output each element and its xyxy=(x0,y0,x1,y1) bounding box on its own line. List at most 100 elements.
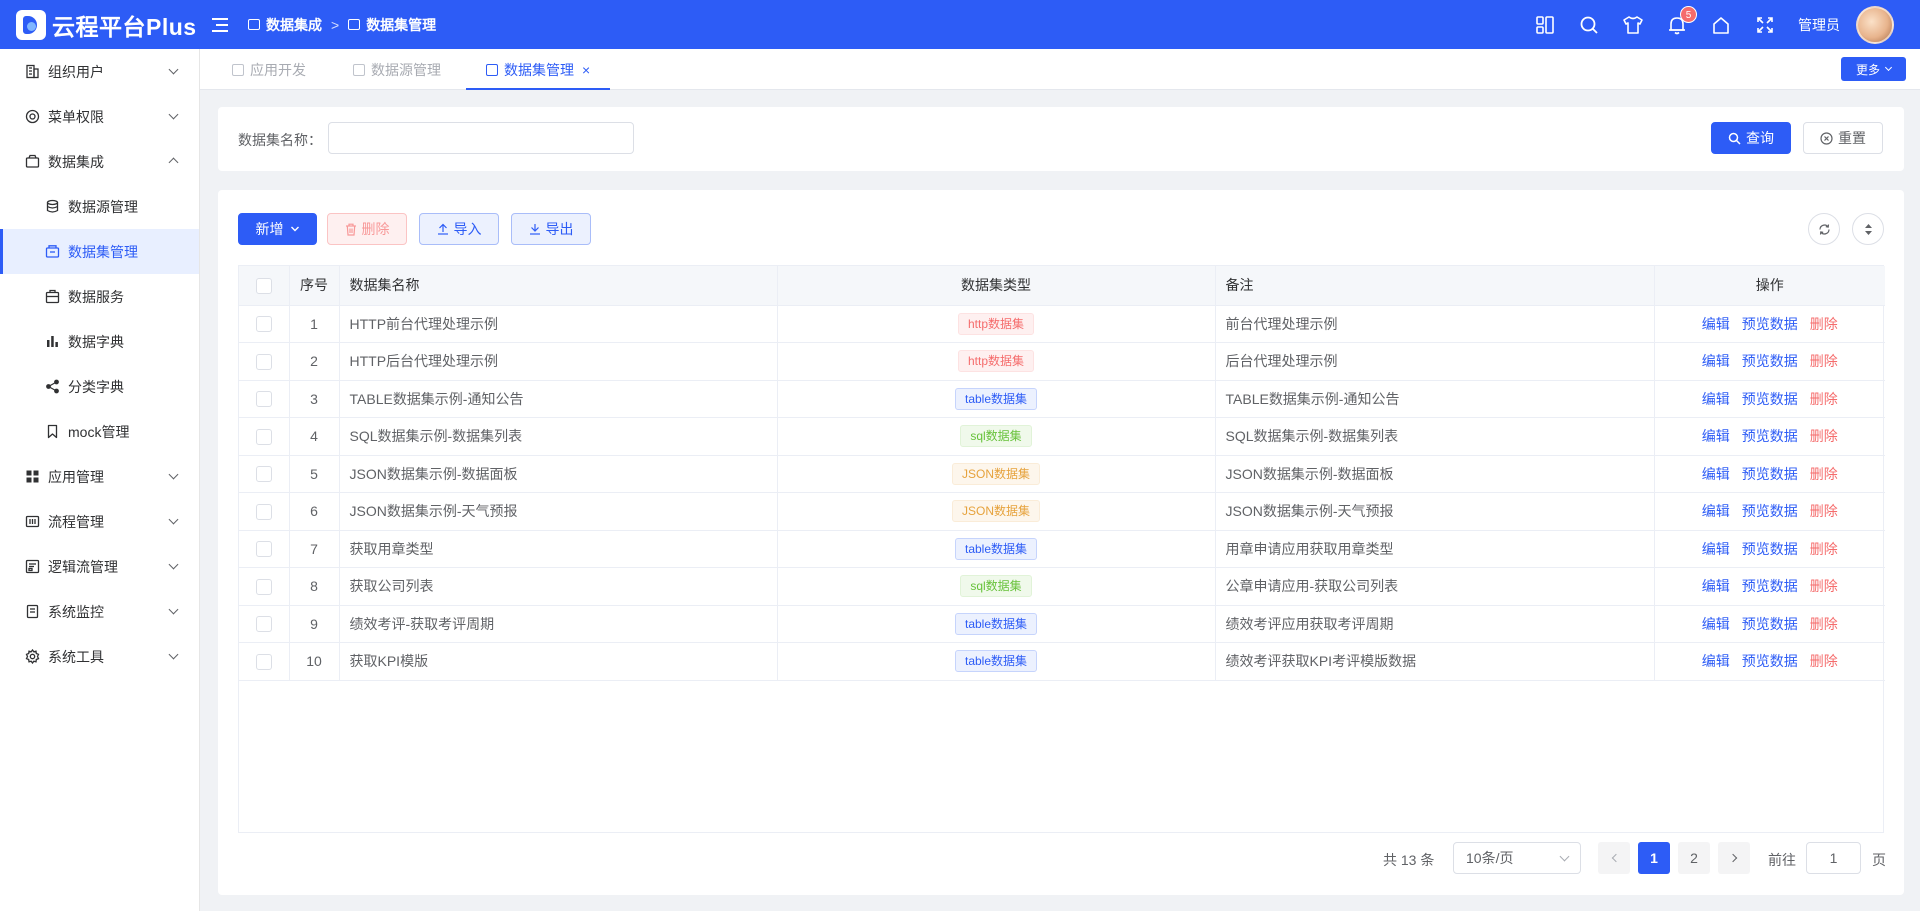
more-tabs-button[interactable]: 更多 xyxy=(1841,57,1906,81)
reset-label: 重置 xyxy=(1838,130,1866,146)
row-checkbox[interactable] xyxy=(255,353,272,370)
sidebar-item-dataset-management[interactable]: 数据集管理 xyxy=(0,229,199,274)
preview-data-link[interactable]: 预览数据 xyxy=(1742,428,1798,444)
sidebar-item-data-service[interactable]: 数据服务 xyxy=(0,274,199,319)
add-button[interactable]: 新增 xyxy=(238,213,317,245)
theme-shirt-icon[interactable] xyxy=(1622,14,1644,36)
preview-data-link[interactable]: 预览数据 xyxy=(1742,503,1798,519)
query-button[interactable]: 查询 xyxy=(1711,122,1791,154)
table-header-row: 序号 数据集名称 数据集类型 备注 操作 xyxy=(239,266,1885,306)
row-checkbox[interactable] xyxy=(255,391,272,408)
page-1-button[interactable]: 1 xyxy=(1638,842,1670,874)
delete-link[interactable]: 删除 xyxy=(1810,503,1838,519)
edit-link[interactable]: 编辑 xyxy=(1702,316,1730,332)
tab-dataset-management[interactable]: 数据集管理 × xyxy=(465,49,611,90)
preview-data-link[interactable]: 预览数据 xyxy=(1742,353,1798,369)
edit-link[interactable]: 编辑 xyxy=(1702,503,1730,519)
sidebar-item-system-tools[interactable]: 系统工具 xyxy=(0,634,199,679)
select-all-checkbox[interactable] xyxy=(255,277,272,294)
breadcrumb-item[interactable]: 数据集管理 xyxy=(348,15,436,35)
row-checkbox[interactable] xyxy=(255,428,272,445)
import-button[interactable]: 导入 xyxy=(419,213,499,245)
dataset-remark: SQL数据集示例-数据集列表 xyxy=(1215,417,1655,456)
delete-link[interactable]: 删除 xyxy=(1810,391,1838,407)
notification-bell-icon[interactable]: 5 xyxy=(1666,5,1697,36)
sidebar-item-mock-management[interactable]: mock管理 xyxy=(0,409,199,454)
edit-link[interactable]: 编辑 xyxy=(1702,653,1730,669)
sidebar-item-org-users[interactable]: 组织用户 xyxy=(0,49,199,94)
sidebar-item-app-management[interactable]: 应用管理 xyxy=(0,454,199,499)
search-icon[interactable] xyxy=(1578,14,1600,36)
next-page-button[interactable] xyxy=(1718,842,1750,874)
preview-data-link[interactable]: 预览数据 xyxy=(1742,466,1798,482)
fullscreen-icon[interactable] xyxy=(1754,14,1776,36)
page-size-select[interactable]: 10条/页 xyxy=(1453,842,1581,874)
dataset-name-input[interactable] xyxy=(328,122,634,154)
sidebar-item-logic-flow-management[interactable]: 逻辑流管理 xyxy=(0,544,199,589)
layout-icon[interactable] xyxy=(1534,14,1556,36)
avatar[interactable] xyxy=(1856,5,1894,44)
preview-data-link[interactable]: 预览数据 xyxy=(1742,653,1798,669)
row-checkbox[interactable] xyxy=(255,578,272,595)
edit-link[interactable]: 编辑 xyxy=(1702,391,1730,407)
dataset-name: HTTP前台代理处理示例 xyxy=(339,305,778,343)
delete-link[interactable]: 删除 xyxy=(1810,316,1838,332)
sidebar-item-flow-management[interactable]: 流程管理 xyxy=(0,499,199,544)
sidebar-item-system-monitor[interactable]: 系统监控 xyxy=(0,589,199,634)
home-icon[interactable] xyxy=(1710,14,1732,36)
row-actions: 编辑 预览数据 删除 xyxy=(1654,380,1885,418)
row-checkbox[interactable] xyxy=(255,466,272,483)
breadcrumb-item[interactable]: 数据集成 xyxy=(248,15,322,35)
share-icon xyxy=(44,379,60,395)
logo[interactable]: 云程平台Plus xyxy=(0,8,200,42)
edit-link[interactable]: 编辑 xyxy=(1702,428,1730,444)
row-checkbox[interactable] xyxy=(255,616,272,633)
dataset-remark: 公章申请应用-获取公司列表 xyxy=(1215,567,1655,606)
goto-page-input[interactable] xyxy=(1806,842,1861,874)
preview-data-link[interactable]: 预览数据 xyxy=(1742,578,1798,594)
page-2-button[interactable]: 2 xyxy=(1678,842,1710,874)
edit-link[interactable]: 编辑 xyxy=(1702,616,1730,632)
edit-link[interactable]: 编辑 xyxy=(1702,466,1730,482)
delete-link[interactable]: 删除 xyxy=(1810,466,1838,482)
reset-button[interactable]: 重置 xyxy=(1803,122,1883,154)
edit-link[interactable]: 编辑 xyxy=(1702,578,1730,594)
sidebar-item-data-integration[interactable]: 数据集成 xyxy=(0,139,199,184)
prev-page-button[interactable] xyxy=(1598,842,1630,874)
dataset-remark: JSON数据集示例-天气预报 xyxy=(1215,492,1655,531)
delete-link[interactable]: 删除 xyxy=(1810,428,1838,444)
preview-data-link[interactable]: 预览数据 xyxy=(1742,316,1798,332)
preview-data-link[interactable]: 预览数据 xyxy=(1742,541,1798,557)
chevron-down-icon xyxy=(168,109,179,120)
close-icon[interactable]: × xyxy=(582,62,590,78)
tab-datasource-management[interactable]: 数据源管理 xyxy=(353,49,441,90)
row-checkbox[interactable] xyxy=(255,503,272,520)
delete-link[interactable]: 删除 xyxy=(1810,541,1838,557)
sidebar-item-datasource-management[interactable]: 数据源管理 xyxy=(0,184,199,229)
preview-data-link[interactable]: 预览数据 xyxy=(1742,391,1798,407)
sidebar-item-category-dictionary[interactable]: 分类字典 xyxy=(0,364,199,409)
chevron-down-icon xyxy=(168,604,179,615)
delete-link[interactable]: 删除 xyxy=(1810,353,1838,369)
edit-link[interactable]: 编辑 xyxy=(1702,541,1730,557)
delete-button[interactable]: 删除 xyxy=(327,213,407,245)
sidebar-item-menu-permissions[interactable]: 菜单权限 xyxy=(0,94,199,139)
row-checkbox[interactable] xyxy=(255,541,272,558)
edit-link[interactable]: 编辑 xyxy=(1702,353,1730,369)
row-checkbox[interactable] xyxy=(255,316,272,333)
preview-data-link[interactable]: 预览数据 xyxy=(1742,616,1798,632)
sidebar-item-data-dictionary[interactable]: 数据字典 xyxy=(0,319,199,364)
tab-app-development[interactable]: 应用开发 xyxy=(232,49,306,90)
refresh-button[interactable] xyxy=(1808,213,1840,245)
column-density-button[interactable] xyxy=(1852,213,1884,245)
delete-link[interactable]: 删除 xyxy=(1810,578,1838,594)
row-select-cell xyxy=(239,380,290,418)
menu-toggle-icon[interactable] xyxy=(212,17,232,33)
export-button[interactable]: 导出 xyxy=(511,213,591,245)
delete-link[interactable]: 删除 xyxy=(1810,616,1838,632)
row-checkbox[interactable] xyxy=(255,653,272,670)
dataset-type-cell: sql数据集 xyxy=(777,417,1216,456)
user-name[interactable]: 管理员 xyxy=(1798,15,1840,35)
app-title: 云程平台Plus xyxy=(52,13,197,40)
delete-link[interactable]: 删除 xyxy=(1810,653,1838,669)
